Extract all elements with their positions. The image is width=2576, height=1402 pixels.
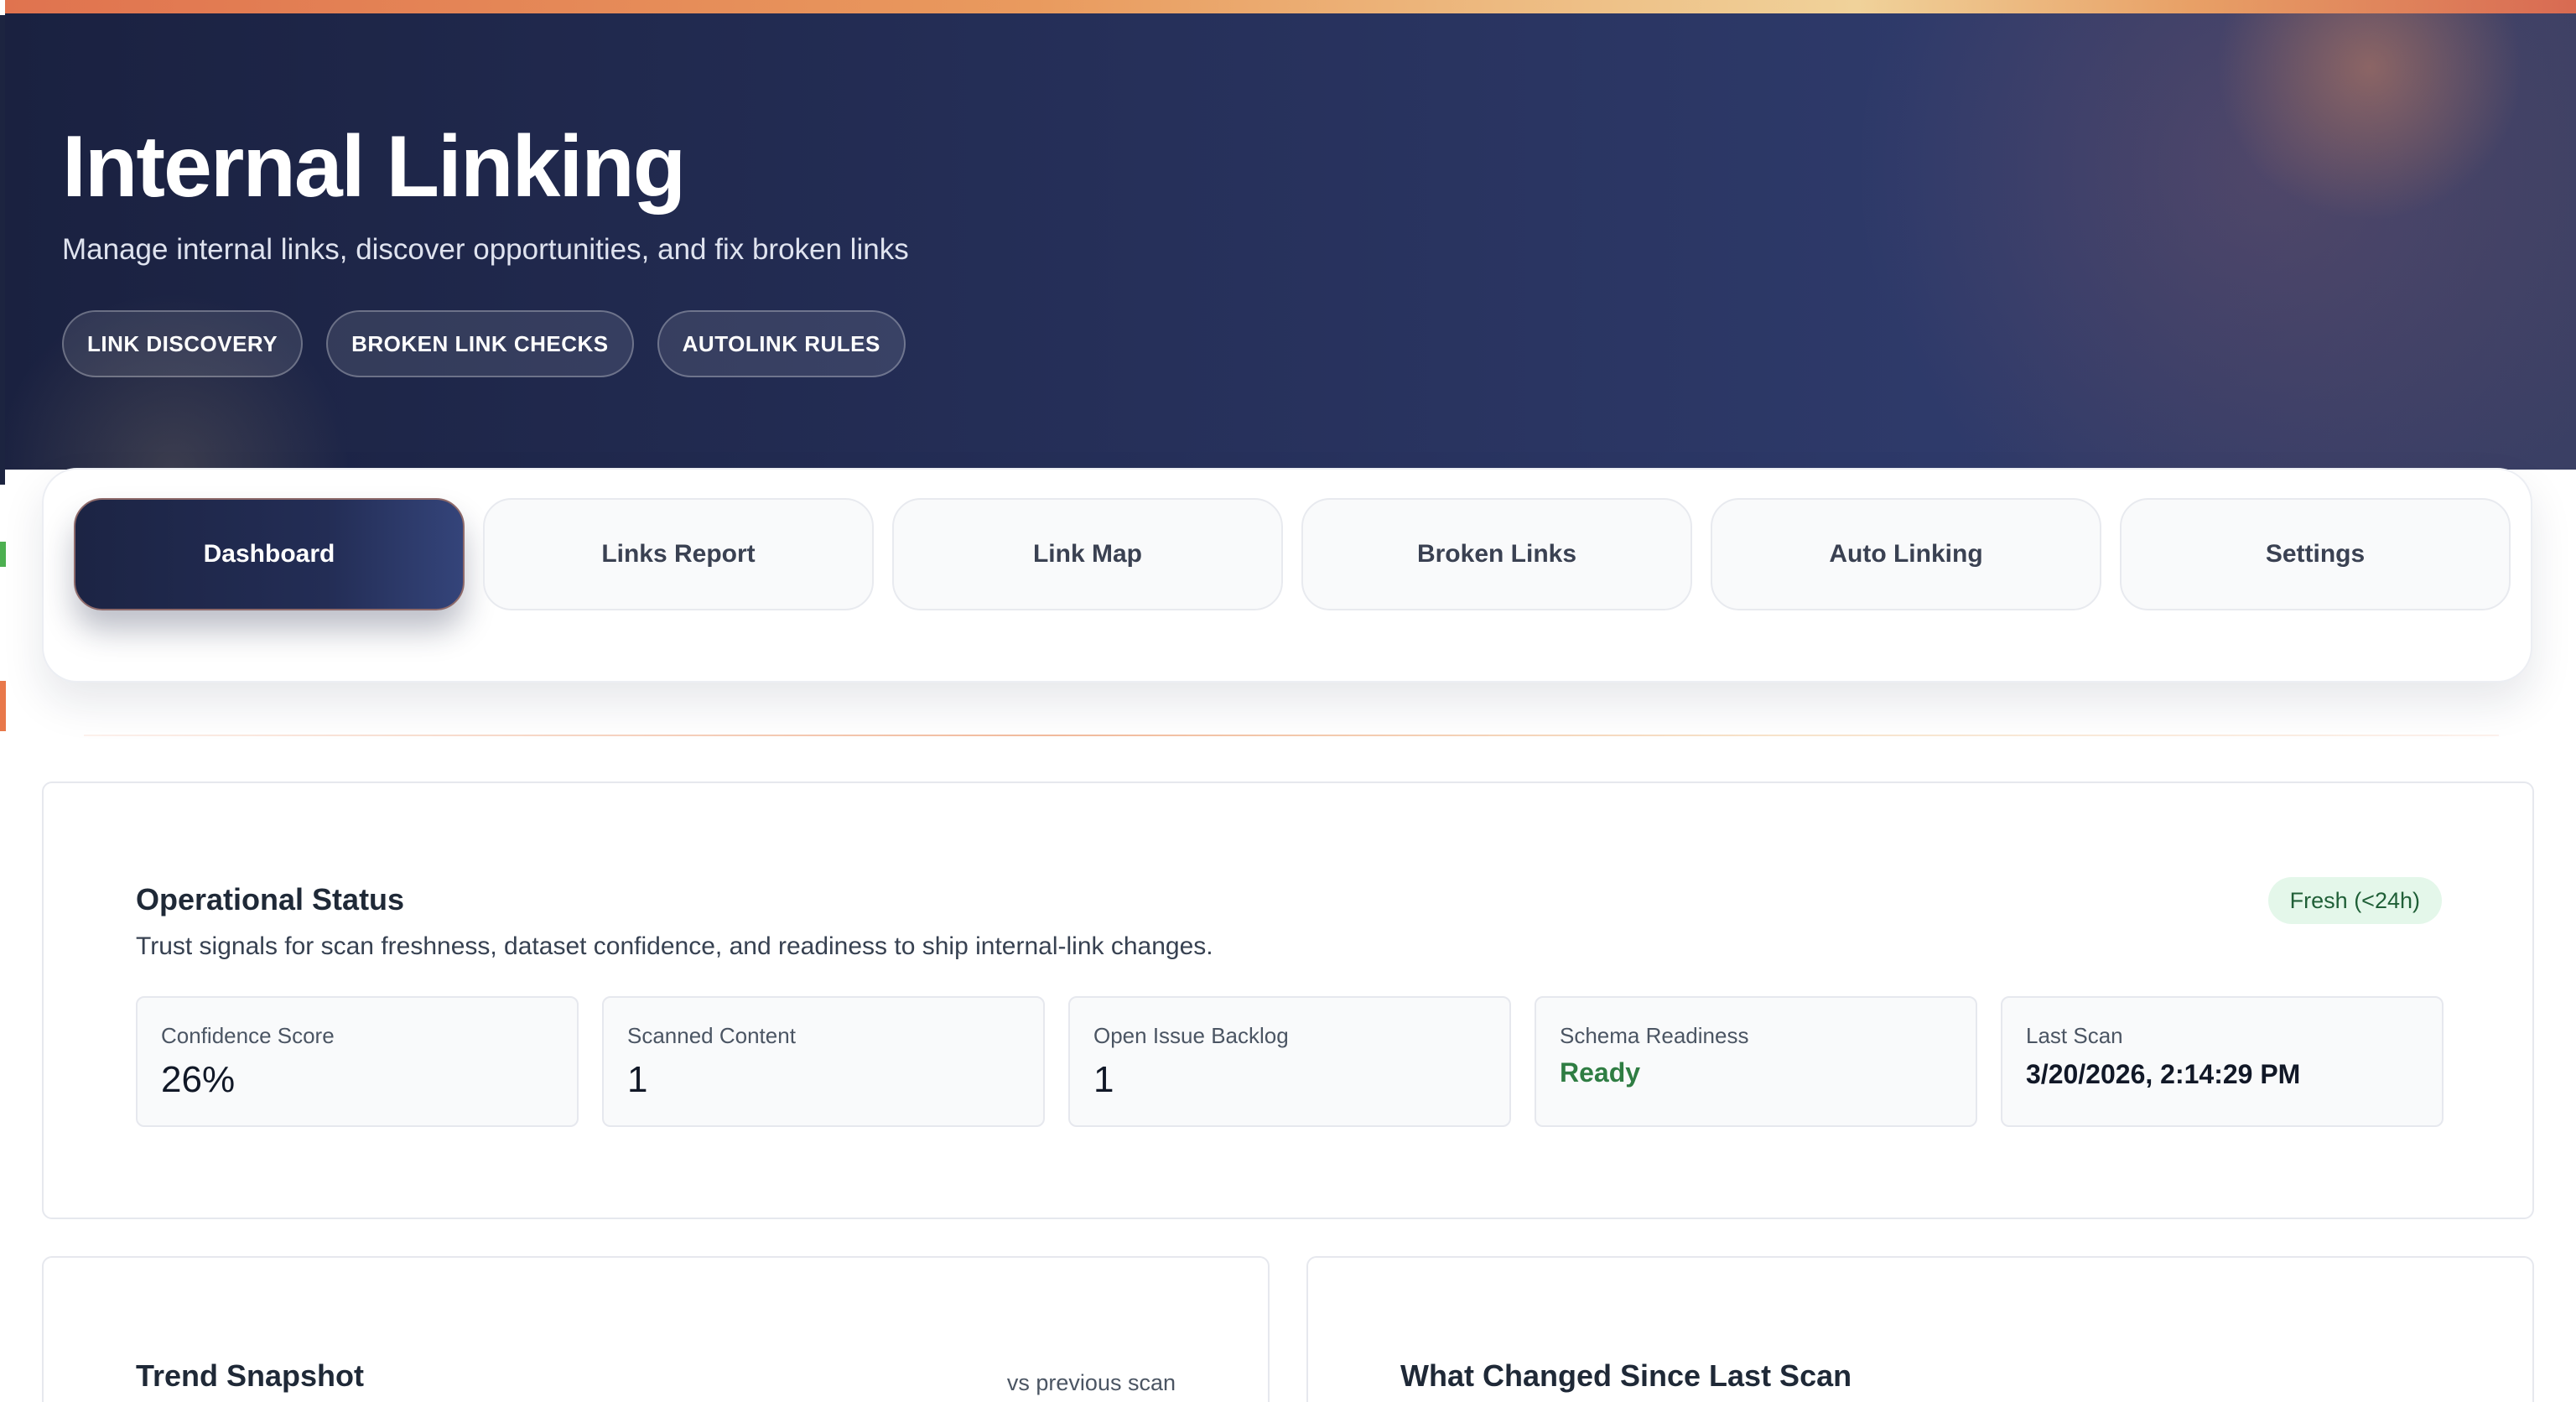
tab-broken-links[interactable]: Broken Links <box>1301 498 1692 610</box>
page-title: Internal Linking <box>62 118 686 215</box>
what-changed-title: What Changed Since Last Scan <box>1400 1358 1852 1393</box>
pill-autolink-rules: AUTOLINK RULES <box>657 310 906 377</box>
trend-comparison-note: vs previous scan <box>1006 1370 1176 1395</box>
metric-scanned-content: Scanned Content 1 <box>602 996 1045 1127</box>
metric-label: Open Issue Backlog <box>1093 1023 1289 1048</box>
trend-snapshot-card: Trend Snapshot vs previous scan <box>42 1256 1270 1402</box>
metric-confidence-score: Confidence Score 26% <box>136 996 579 1127</box>
metric-label: Schema Readiness <box>1560 1023 1749 1048</box>
left-edge-marker-green <box>0 542 6 567</box>
page-subtitle: Manage internal links, discover opportun… <box>62 233 909 266</box>
metric-last-scan: Last Scan 3/20/2026, 2:14:29 PM <box>2001 996 2444 1127</box>
hero-header: Internal Linking Manage internal links, … <box>5 0 2576 470</box>
metric-value: 26% <box>161 1059 236 1100</box>
tab-settings[interactable]: Settings <box>2120 498 2511 610</box>
pill-broken-link-checks: BROKEN LINK CHECKS <box>326 310 634 377</box>
freshness-badge: Fresh (<24h) <box>2267 877 2442 924</box>
metric-open-issue-backlog: Open Issue Backlog 1 <box>1068 996 1511 1127</box>
trend-snapshot-title: Trend Snapshot <box>136 1358 365 1393</box>
status-metrics: Confidence Score 26% Scanned Content 1 O… <box>136 996 2444 1127</box>
metric-value: Ready <box>1560 1057 1641 1088</box>
metric-schema-readiness: Schema Readiness Ready <box>1535 996 1977 1127</box>
tab-links-report[interactable]: Links Report <box>483 498 874 610</box>
internal-linking-page: Internal Linking Manage internal links, … <box>0 0 2576 1402</box>
metric-label: Scanned Content <box>627 1023 796 1048</box>
feature-pills: LINK DISCOVERY BROKEN LINK CHECKS AUTOLI… <box>62 310 906 377</box>
tab-link-map[interactable]: Link Map <box>892 498 1283 610</box>
main-tab-nav: Dashboard Links Report Link Map Broken L… <box>42 468 2532 683</box>
pill-link-discovery: LINK DISCOVERY <box>62 310 304 377</box>
tab-dashboard[interactable]: Dashboard <box>74 498 465 610</box>
metric-label: Last Scan <box>2026 1023 2123 1048</box>
metric-value: 1 <box>1093 1059 1114 1100</box>
metric-label: Confidence Score <box>161 1023 335 1048</box>
tab-auto-linking[interactable]: Auto Linking <box>1711 498 2101 610</box>
hero-accent-bar <box>5 0 2576 13</box>
metric-value: 3/20/2026, 2:14:29 PM <box>2026 1059 2301 1089</box>
operational-status-title: Operational Status <box>136 882 405 916</box>
operational-status-card: Operational Status Fresh (<24h) Trust si… <box>42 781 2534 1219</box>
left-edge-marker-orange <box>0 681 6 731</box>
metric-value: 1 <box>627 1059 648 1100</box>
section-divider <box>84 735 2499 736</box>
operational-status-description: Trust signals for scan freshness, datase… <box>136 932 1213 960</box>
what-changed-card: What Changed Since Last Scan <box>1306 1256 2534 1402</box>
